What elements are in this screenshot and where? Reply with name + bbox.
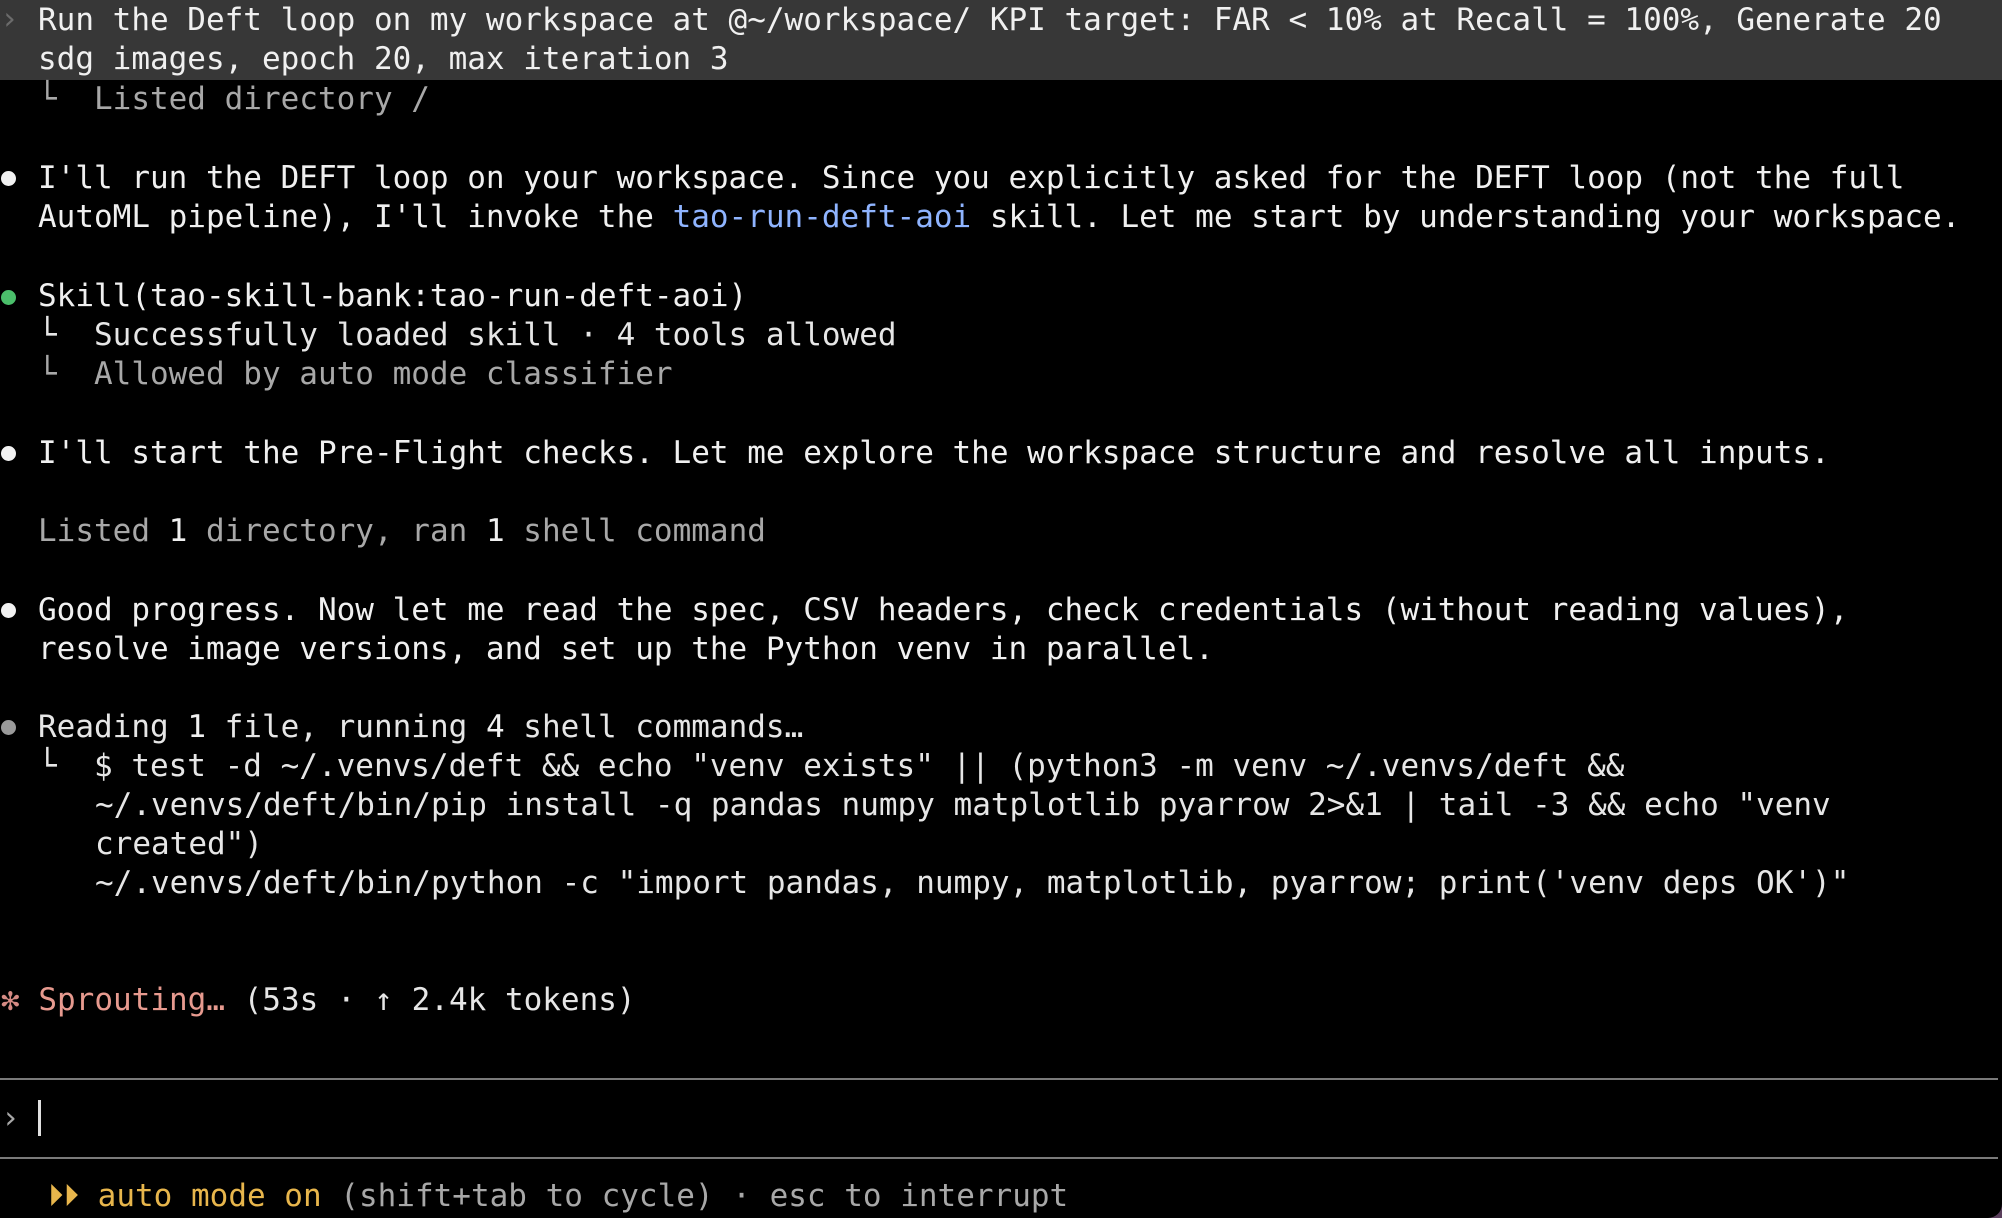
assistant-message-1-line-1: I'll run the DEFT loop on your workspace… (38, 160, 1905, 196)
input-bottom-divider (0, 1157, 1998, 1159)
skill-loaded-result: └ Successfully loaded skill · 4 tools al… (38, 317, 897, 353)
shell-command-line-3: created") (95, 826, 263, 862)
input-top-divider (0, 1078, 1998, 1080)
assistant-message-3-line-1: Good progress. Now let me read the spec,… (38, 592, 1849, 628)
prompt-caret-icon: › (0, 1, 19, 37)
skill-allowed-result: └ Allowed by auto mode classifier (38, 356, 673, 392)
running-tools-status: Reading 1 file, running 4 shell commands… (38, 709, 804, 745)
spinner-icon: ✻ (1, 982, 20, 1018)
running-bullet-icon (1, 720, 16, 735)
prompt-input[interactable] (48, 1099, 1948, 1138)
shell-command-line-4: ~/.venvs/deft/bin/python -c "import pand… (95, 865, 1850, 901)
skill-link[interactable]: tao-run-deft-aoi (673, 199, 972, 235)
spinner-status: ✻ Sprouting… (53s · ↑ 2.4k tokens) (1, 982, 636, 1018)
message-bullet-icon (1, 603, 16, 618)
fast-forward-icon: ⏵⏵ (48, 1178, 79, 1214)
message-bullet-icon (1, 446, 16, 461)
message-bullet-icon (1, 171, 16, 186)
success-bullet-icon (1, 290, 16, 305)
assistant-message-2: I'll start the Pre-Flight checks. Let me… (38, 435, 1830, 471)
tool-summary: Listed 1 directory, ran 1 shell command (38, 513, 766, 549)
user-prompt-line-1: Run the Deft loop on my workspace at @~/… (38, 2, 1942, 38)
text-cursor (38, 1100, 41, 1136)
assistant-message-1-line-2: AutoML pipeline), I'll invoke the tao-ru… (38, 199, 1961, 235)
input-caret-icon: › (1, 1100, 20, 1136)
user-prompt-line-2: sdg images, epoch 20, max iteration 3 (38, 41, 729, 77)
listed-root-result: └ Listed directory / (38, 81, 430, 117)
skill-call: Skill(tao-skill-bank:tao-run-deft-aoi) (38, 278, 748, 314)
auto-mode-label[interactable]: auto mode on (98, 1178, 322, 1214)
mode-footer: ⏵⏵ auto mode on (shift+tab to cycle) · e… (48, 1178, 1069, 1214)
assistant-message-3-line-2: resolve image versions, and set up the P… (38, 631, 1214, 667)
shell-command-line-1: └ $ test -d ~/.venvs/deft && echo "venv … (38, 748, 1625, 784)
terminal-window: › Run the Deft loop on my workspace at @… (0, 0, 2002, 1218)
shell-command-line-2: ~/.venvs/deft/bin/pip install -q pandas … (95, 787, 1831, 823)
